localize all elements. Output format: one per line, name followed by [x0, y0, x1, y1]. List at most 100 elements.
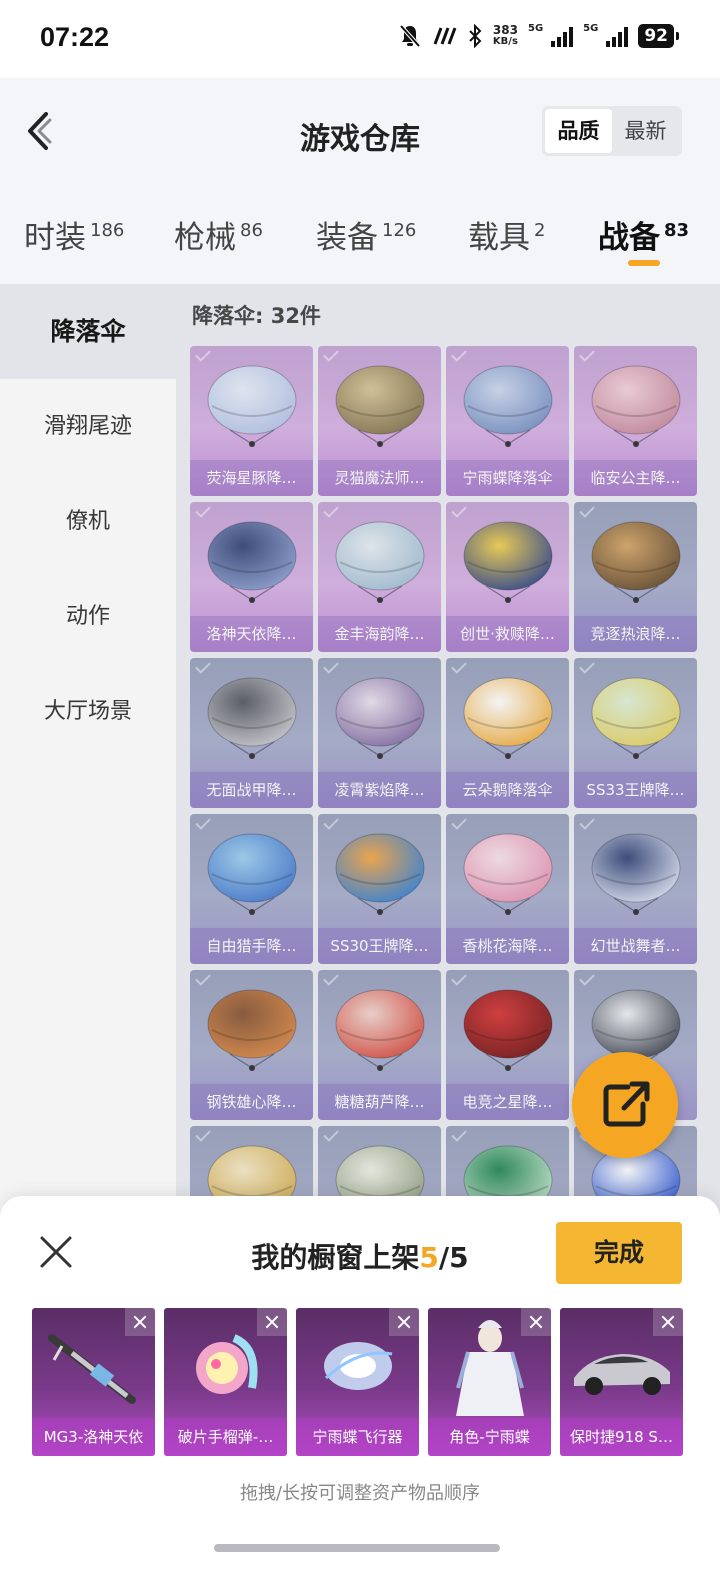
tab-equipment[interactable]: 装备 126	[316, 212, 416, 257]
share-button[interactable]	[572, 1052, 678, 1158]
parachute-card[interactable]: 无面战甲降…	[190, 658, 313, 808]
parachute-card-label: 临安公主降…	[574, 460, 697, 496]
parachute-card-label: 幻世战舞者…	[574, 928, 697, 964]
showcase-item-label: 宁雨蝶飞行器	[296, 1418, 419, 1456]
sidebar-item-emote[interactable]: 动作	[0, 569, 176, 664]
sidebar-item-lobby-scene[interactable]: 大厅场景	[0, 664, 176, 759]
sidebar-item-wingman[interactable]: 僚机	[0, 474, 176, 569]
parachute-card-label: SS33王牌降…	[574, 772, 697, 808]
parachute-card-label: 洛神天依降…	[190, 616, 313, 652]
net-type-2: 5G	[583, 22, 599, 34]
remove-item-icon[interactable]	[257, 1308, 287, 1336]
signal-icon-2	[606, 25, 629, 47]
parachute-icon	[591, 833, 681, 915]
parachute-icon	[463, 365, 553, 447]
parachute-card[interactable]: 香桃花海降…	[446, 814, 569, 964]
parachute-icon	[591, 365, 681, 447]
bluetooth-icon	[469, 24, 482, 48]
tab-label: 战备	[598, 220, 660, 256]
parachute-icon	[335, 833, 425, 915]
parachute-card[interactable]: 竞逐热浪降…	[574, 502, 697, 652]
parachute-card-label: SS30王牌降…	[318, 928, 441, 964]
parachute-card[interactable]: 临安公主降…	[574, 346, 697, 496]
parachute-card-label: 金丰海韵降…	[318, 616, 441, 652]
parachute-card[interactable]: 糖糖葫芦降…	[318, 970, 441, 1120]
showcase-item[interactable]: MG3-洛神天依	[32, 1308, 155, 1456]
sort-quality-button[interactable]: 品质	[545, 109, 612, 153]
parachute-icon	[335, 521, 425, 603]
mute-bell-icon	[399, 24, 421, 48]
net-speed-value: 383	[492, 23, 518, 37]
parachute-icon	[591, 677, 681, 759]
tab-vehicles[interactable]: 载具 2	[468, 212, 545, 257]
remove-item-icon[interactable]	[653, 1308, 683, 1336]
parachute-card-label: 竞逐热浪降…	[574, 616, 697, 652]
parachute-card[interactable]: 凌霄紫焰降…	[318, 658, 441, 808]
tab-battle-gear[interactable]: 战备 83	[598, 212, 689, 257]
net-speed-unit: KB/s	[492, 36, 518, 47]
reorder-hint: 拖拽/长按可调整资产物品顺序	[239, 1483, 481, 1504]
parachute-icon	[463, 833, 553, 915]
remove-item-icon[interactable]	[389, 1308, 419, 1336]
parachute-card[interactable]: SS33王牌降…	[574, 658, 697, 808]
parachute-icon	[335, 677, 425, 759]
category-tabs: 时装 186 枪械 86 装备 126 载具 2 战备 83	[0, 188, 720, 284]
sort-latest-button[interactable]: 最新	[612, 109, 679, 153]
sidebar-item-glide-trail[interactable]: 滑翔尾迹	[0, 379, 176, 474]
parachute-card[interactable]: 电竞之星降…	[446, 970, 569, 1120]
parachute-card-label: 无面战甲降…	[190, 772, 313, 808]
tab-count: 186	[90, 220, 125, 241]
parachute-card[interactable]: 金丰海韵降…	[318, 502, 441, 652]
parachute-icon	[335, 989, 425, 1071]
parachute-card[interactable]: 灵猫魔法师…	[318, 346, 441, 496]
net-type-1: 5G	[527, 22, 544, 34]
parachute-card[interactable]: 洛神天依降…	[190, 502, 313, 652]
parachute-icon	[463, 989, 553, 1071]
home-indicator[interactable]	[214, 1544, 500, 1552]
tab-count: 2	[534, 220, 546, 241]
remove-item-icon[interactable]	[125, 1308, 155, 1336]
parachute-card[interactable]: 幻世战舞者…	[574, 814, 697, 964]
showcase-list: MG3-洛神天依 破片手榴弹-… 宁雨蝶飞行器 角色-宁雨蝶 保时捷918 S…	[32, 1308, 683, 1456]
showcase-item[interactable]: 宁雨蝶飞行器	[296, 1308, 419, 1456]
tab-label: 枪械	[174, 220, 236, 256]
signal-icon-1	[551, 25, 574, 47]
showcase-item-label: 角色-宁雨蝶	[428, 1418, 551, 1456]
nfc-icon	[433, 27, 457, 45]
parachute-card-label: 创世·救赎降…	[446, 616, 569, 652]
tab-count: 86	[240, 220, 263, 241]
status-bar: 07:22 383 KB/s 5G 5G 92	[0, 0, 720, 78]
tab-label: 装备	[316, 220, 378, 256]
parachute-card-label: 糖糖葫芦降…	[318, 1084, 441, 1120]
tab-count: 126	[382, 220, 417, 241]
parachute-card-label: 电竞之星降…	[446, 1084, 569, 1120]
parachute-card-label: 自由猎手降…	[190, 928, 313, 964]
tab-label: 时装	[24, 220, 86, 256]
parachute-icon	[335, 365, 425, 447]
showcase-item[interactable]: 破片手榴弹-…	[164, 1308, 287, 1456]
tab-guns[interactable]: 枪械 86	[174, 212, 263, 257]
parachute-card[interactable]: 自由猎手降…	[190, 814, 313, 964]
parachute-card[interactable]: 荧海星豚降…	[190, 346, 313, 496]
done-button[interactable]: 完成	[556, 1222, 682, 1284]
sort-toggle: 品质 最新	[542, 106, 682, 156]
parachute-card[interactable]: 创世·救赎降…	[446, 502, 569, 652]
showcase-sheet: 我的橱窗上架5/5 完成 MG3-洛神天依 破片手榴弹-… 宁雨蝶飞行器 角色-宁雨蝶…	[0, 1196, 720, 1584]
parachute-icon	[207, 365, 297, 447]
parachute-card-label: 凌霄紫焰降…	[318, 772, 441, 808]
parachute-card-label: 宁雨蝶降落伞	[446, 460, 569, 496]
parachute-card[interactable]: SS30王牌降…	[318, 814, 441, 964]
tab-count: 83	[664, 220, 690, 241]
parachute-card[interactable]: 宁雨蝶降落伞	[446, 346, 569, 496]
sidebar-item-parachute[interactable]: 降落伞	[0, 284, 176, 379]
tab-fashion[interactable]: 时装 186	[24, 212, 124, 257]
parachute-card[interactable]: 钢铁雄心降…	[190, 970, 313, 1120]
parachute-icon	[207, 677, 297, 759]
parachute-card-label: 云朵鹅降落伞	[446, 772, 569, 808]
parachute-card[interactable]: 云朵鹅降落伞	[446, 658, 569, 808]
showcase-item[interactable]: 角色-宁雨蝶	[428, 1308, 551, 1456]
remove-item-icon[interactable]	[521, 1308, 551, 1336]
showcase-item[interactable]: 保时捷918 S…	[560, 1308, 683, 1456]
sidebar: 降落伞 滑翔尾迹 僚机 动作 大厅场景	[0, 284, 176, 1284]
section-title: 降落伞: 32件	[192, 304, 321, 328]
